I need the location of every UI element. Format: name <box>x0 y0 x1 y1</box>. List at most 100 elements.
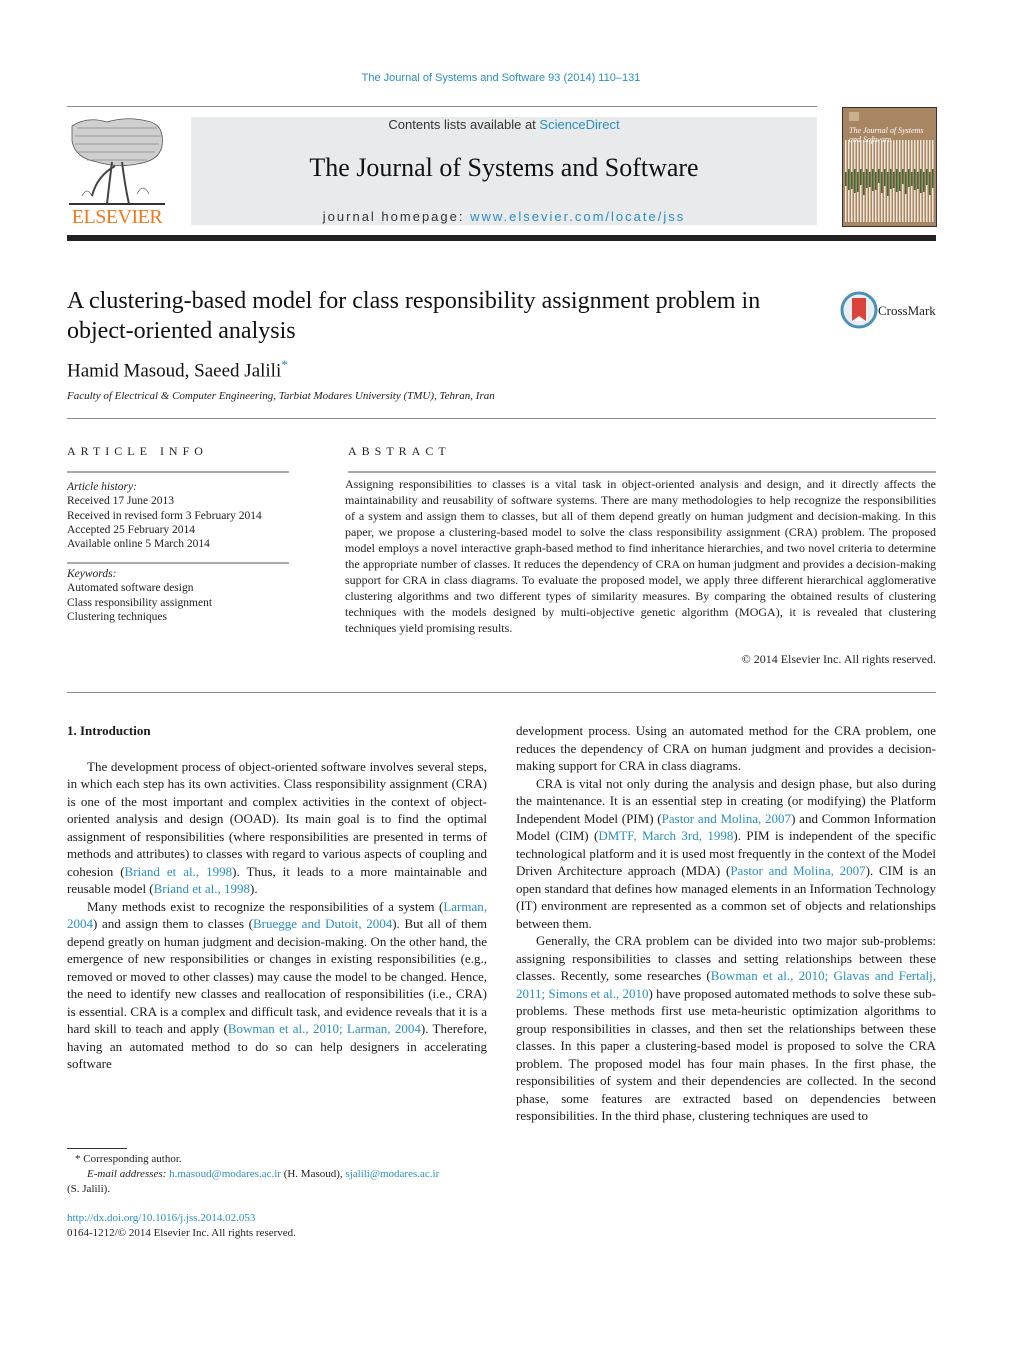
doi-link[interactable]: http://dx.doi.org/10.1016/j.jss.2014.02.… <box>67 1212 255 1224</box>
footnote-divider <box>67 1148 127 1149</box>
divider <box>67 418 936 419</box>
cover-stripe-band <box>878 169 880 183</box>
paragraph-continued: development process. Using an automated … <box>516 722 936 775</box>
section-heading: 1. Introduction <box>67 723 151 738</box>
keywords: Keywords: Automated software design Clas… <box>67 567 212 624</box>
citation-link[interactable]: Pastor and Molina, 2007 <box>662 811 791 826</box>
paragraph: Many methods exist to recognize the resp… <box>67 898 487 1073</box>
cover-stripe-band <box>908 169 910 187</box>
cover-stripe-band <box>899 172 901 191</box>
contents-line: Contents lists available at ScienceDirec… <box>191 117 817 132</box>
abstract-heading: ABSTRACT <box>348 444 451 458</box>
article-title: A clustering-based model for class respo… <box>67 288 761 344</box>
paragraph: Generally, the CRA problem can be divide… <box>516 932 936 1125</box>
citation-link[interactable]: Briand et al., 1998 <box>125 864 233 879</box>
journal-citation[interactable]: The Journal of Systems and Software 93 (… <box>0 72 1002 84</box>
citation-link[interactable]: Briand et al., 1998 <box>154 881 250 896</box>
text: ) have proposed automated methods to sol… <box>516 985 936 1124</box>
cover-stripe-band <box>845 172 847 186</box>
cover-stripe-band <box>923 172 925 192</box>
divider <box>348 471 936 473</box>
cover-stripe-band <box>872 169 874 191</box>
cover-stripe-band <box>917 172 919 189</box>
keyword-item: Automated software design <box>67 582 194 595</box>
divider <box>67 106 817 107</box>
sciencedirect-link[interactable]: ScienceDirect <box>539 117 619 132</box>
divider <box>67 692 936 693</box>
history-item: Received in revised form 3 February 2014 <box>67 509 262 522</box>
cover-stripe-band <box>884 169 886 186</box>
divider <box>67 471 289 473</box>
cover-stripe-band <box>863 172 865 195</box>
text: development process. Using an automated … <box>516 723 936 773</box>
abstract-copyright: © 2014 Elsevier Inc. All rights reserved… <box>741 652 936 666</box>
footnotes: * Corresponding author. E-mail addresses… <box>67 1152 487 1197</box>
article-history: Article history: Received 17 June 2013 R… <box>67 480 262 551</box>
text: Many methods exist to recognize the resp… <box>87 898 444 914</box>
cover-stripe-band <box>929 172 931 195</box>
crossmark-label[interactable]: CrossMark <box>878 303 936 319</box>
elsevier-wordmark: ELSEVIER <box>71 206 163 228</box>
citation-link[interactable]: DMTF, March 3rd, 1998 <box>598 828 733 843</box>
abstract-text: Assigning responsibilities to classes is… <box>345 477 936 635</box>
keyword-item: Clustering techniques <box>67 610 167 623</box>
citation-link[interactable]: Bruegge and Dutoit, 2004 <box>253 916 392 931</box>
article-info-heading: ARTICLE INFO <box>67 444 208 458</box>
corresponding-author-mark[interactable]: * <box>281 357 288 372</box>
keyword-item: Class responsibility assignment <box>67 596 213 609</box>
homepage-line: journal homepage: www.elsevier.com/locat… <box>191 209 817 224</box>
homepage-link[interactable]: www.elsevier.com/locate/jss <box>470 209 685 224</box>
doi-block: http://dx.doi.org/10.1016/j.jss.2014.02.… <box>67 1211 296 1241</box>
homepage-prefix: journal homepage: <box>322 209 471 224</box>
cover-stripe-band <box>854 169 856 193</box>
paragraph: CRA is vital not only during the analysi… <box>516 775 936 933</box>
text: The development process of object-orient… <box>67 758 487 879</box>
cover-stripe-band <box>911 172 913 186</box>
history-item: Received 17 June 2013 <box>67 495 174 508</box>
cover-stripe-band <box>890 169 892 189</box>
email-line: E-mail addresses: h.masoud@modares.ac.ir… <box>67 1167 487 1182</box>
keywords-label: Keywords: <box>67 568 117 580</box>
cover-stripe-band <box>896 169 898 192</box>
cover-stripe-band <box>887 172 889 196</box>
history-item: Accepted 25 February 2014 <box>67 523 196 536</box>
email-label: E-mail addresses: <box>87 1168 170 1180</box>
cover-stripe-band <box>893 172 895 188</box>
cover-stripe-band <box>926 169 928 185</box>
authors-names: Hamid Masoud, Saeed Jalili <box>67 360 282 382</box>
email-link[interactable]: h.masoud@modares.ac.ir <box>169 1168 281 1180</box>
header-thick-divider <box>67 235 936 241</box>
email-owner: (S. Jalili). <box>67 1183 111 1195</box>
cover-stripe-band <box>875 172 877 190</box>
cover-stripe-band <box>851 172 853 189</box>
journal-cover-image: The Journal of Systems and Software <box>842 107 937 227</box>
affiliation: Faculty of Electrical & Computer Enginee… <box>67 390 495 402</box>
cover-stripe-band <box>881 172 883 193</box>
cover-stripe-band <box>866 169 868 188</box>
text: ). But all of them depend greatly on hum… <box>67 916 487 1036</box>
cover-stripe-band <box>920 169 922 193</box>
corresponding-author-note: * Corresponding author. <box>75 1153 182 1165</box>
contents-prefix: Contents lists available at <box>388 117 540 132</box>
body-column-left: 1. Introduction The development process … <box>67 722 487 1073</box>
author-list: Hamid Masoud, Saeed Jalili* <box>67 357 288 382</box>
cover-stripe-band <box>902 169 904 184</box>
cover-stripe-band <box>848 169 850 190</box>
history-item: Available online 5 March 2014 <box>67 538 210 551</box>
cover-title: The Journal of Systems and Software <box>849 126 924 144</box>
email-owner: (H. Masoud), <box>280 1168 346 1180</box>
journal-title: The Journal of Systems and Software <box>309 153 699 182</box>
cover-stripe-band <box>869 172 871 187</box>
text: ) and assign them to classes ( <box>93 916 253 931</box>
body-column-right: development process. Using an automated … <box>516 722 936 1125</box>
divider <box>67 562 289 564</box>
email-link[interactable]: sjalili@modares.ac.ir <box>345 1168 439 1180</box>
crossmark-icon[interactable] <box>840 291 878 329</box>
journal-masthead: Contents lists available at ScienceDirec… <box>191 117 817 225</box>
citation-link[interactable]: Pastor and Molina, 2007 <box>730 863 865 878</box>
citation-link[interactable]: Bowman et al., 2010; Larman, 2004 <box>228 1021 421 1036</box>
cover-stripe-band <box>905 172 907 194</box>
cover-stripe-band <box>914 169 916 190</box>
cover-stripe-band <box>860 169 862 185</box>
history-label: Article history: <box>67 481 137 493</box>
